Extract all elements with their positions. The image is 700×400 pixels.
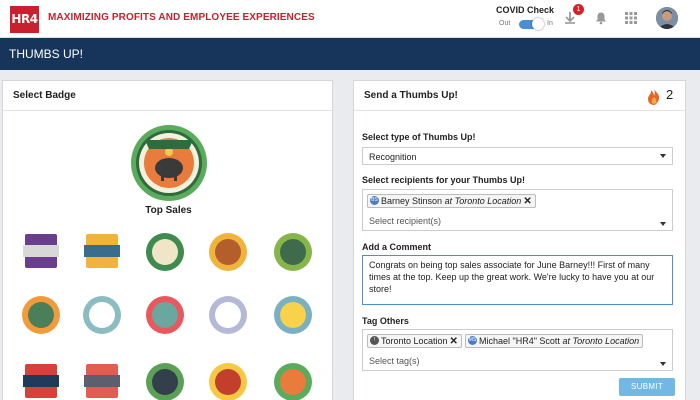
tagline: MAXIMIZING PROFITS AND EMPLOYEE EXPERIEN… bbox=[48, 12, 315, 23]
send-thumbs-up-panel: Send a Thumbs Up! 2 Select type of Thumb… bbox=[353, 80, 686, 400]
badge-option[interactable] bbox=[144, 231, 186, 273]
covid-out-label: Out bbox=[499, 20, 511, 27]
select-badge-header: Select Badge bbox=[3, 81, 332, 111]
tag-person-at: at bbox=[562, 336, 570, 346]
recipient-location: Toronto Location bbox=[454, 196, 522, 206]
bell-icon[interactable] bbox=[592, 9, 610, 27]
badge-icon bbox=[209, 233, 247, 271]
badge-icon bbox=[146, 363, 184, 400]
badge-icon bbox=[22, 296, 60, 334]
badge-icon bbox=[23, 364, 59, 398]
tag-chip-location-name: Toronto Location bbox=[381, 336, 448, 346]
badge-icon bbox=[209, 296, 247, 334]
notification-badge: 1 bbox=[573, 4, 584, 15]
toggle-knob bbox=[532, 18, 544, 30]
badge-option[interactable] bbox=[207, 231, 249, 273]
badge-option[interactable] bbox=[207, 294, 249, 336]
badge-icon bbox=[84, 364, 120, 398]
comment-textarea[interactable]: Congrats on being top sales associate fo… bbox=[362, 255, 673, 305]
badge-icon bbox=[84, 234, 120, 268]
tags-select[interactable]: ! Toronto Location ✕ MS Michael "HR4" Scott… bbox=[362, 329, 673, 371]
submit-button[interactable]: SUBMIT bbox=[619, 378, 675, 396]
badge-icon bbox=[274, 363, 312, 400]
chevron-down-icon bbox=[660, 362, 666, 366]
recipients-select[interactable]: BS Barney Stinson at Toronto Location ✕ Se… bbox=[362, 189, 673, 231]
tag-person-initials: MS bbox=[468, 336, 477, 346]
featured-badge-label: Top Sales bbox=[145, 205, 192, 216]
badge-icon bbox=[274, 296, 312, 334]
badge-option[interactable] bbox=[272, 361, 314, 400]
avatar[interactable] bbox=[656, 7, 678, 29]
top-bar: HR4 MAXIMIZING PROFITS AND EMPLOYEE EXPE… bbox=[0, 0, 700, 38]
type-select[interactable]: Recognition bbox=[362, 147, 673, 165]
type-select-value: Recognition bbox=[369, 152, 417, 162]
tag-person-location: Toronto Location bbox=[572, 336, 640, 346]
thumbs-up-count: 2 bbox=[666, 87, 674, 102]
tag-person-name: Michael "HR4" Scott bbox=[479, 336, 560, 346]
badge-icon bbox=[274, 233, 312, 271]
tag-chip-location[interactable]: ! Toronto Location ✕ bbox=[367, 334, 462, 348]
badge-option[interactable] bbox=[81, 231, 123, 273]
badge-option[interactable] bbox=[272, 294, 314, 336]
recipient-at: at bbox=[444, 196, 453, 206]
tag-label: Tag Others bbox=[362, 316, 409, 326]
badge-option[interactable] bbox=[207, 361, 249, 400]
badge-option[interactable] bbox=[20, 294, 62, 336]
badge-option[interactable] bbox=[272, 231, 314, 273]
type-label: Select type of Thumbs Up! bbox=[362, 132, 476, 142]
remove-tag-icon[interactable]: ✕ bbox=[450, 336, 458, 347]
covid-in-label: In bbox=[547, 20, 553, 27]
covid-check: COVID Check Out In bbox=[496, 5, 556, 30]
badge-option[interactable] bbox=[81, 294, 123, 336]
remove-recipient-icon[interactable]: ✕ bbox=[523, 196, 531, 207]
send-thumbs-up-title: Send a Thumbs Up! bbox=[364, 90, 458, 101]
chevron-down-icon bbox=[660, 222, 666, 226]
tags-placeholder: Select tag(s) bbox=[369, 356, 420, 366]
page-title: THUMBS UP! bbox=[9, 47, 84, 61]
recipient-name: Barney Stinson bbox=[381, 196, 443, 206]
tag-chip-person[interactable]: MS Michael "HR4" Scott at Toronto Locatio… bbox=[465, 334, 644, 348]
badge-icon bbox=[23, 234, 59, 268]
send-thumbs-up-header: Send a Thumbs Up! 2 bbox=[354, 81, 685, 111]
badge-option[interactable] bbox=[20, 231, 62, 273]
location-pin-icon: ! bbox=[370, 336, 379, 346]
covid-check-title: COVID Check bbox=[496, 5, 555, 15]
comment-label: Add a Comment bbox=[362, 242, 432, 252]
chevron-down-icon bbox=[660, 154, 666, 158]
recipients-placeholder: Select recipient(s) bbox=[369, 216, 442, 226]
featured-badge[interactable] bbox=[129, 123, 209, 203]
recipient-initials: BS bbox=[370, 196, 379, 206]
recipients-label: Select recipients for your Thumbs Up! bbox=[362, 175, 526, 185]
select-badge-title: Select Badge bbox=[13, 90, 76, 101]
apps-grid-icon[interactable] bbox=[622, 9, 640, 27]
recipient-chip[interactable]: BS Barney Stinson at Toronto Location ✕ bbox=[367, 194, 536, 208]
badge-option[interactable] bbox=[144, 294, 186, 336]
select-badge-panel: Select Badge Top Sales bbox=[2, 80, 333, 400]
badge-option[interactable] bbox=[144, 361, 186, 400]
badge-icon bbox=[83, 296, 121, 334]
badge-icon bbox=[146, 296, 184, 334]
flame-icon bbox=[647, 88, 661, 110]
page-title-band: THUMBS UP! bbox=[0, 38, 700, 70]
badge-option[interactable] bbox=[81, 361, 123, 400]
badge-icon bbox=[209, 363, 247, 400]
badge-option[interactable] bbox=[20, 361, 62, 400]
hr4-logo[interactable]: HR4 bbox=[10, 6, 39, 33]
badge-icon bbox=[146, 233, 184, 271]
covid-toggle[interactable] bbox=[519, 18, 544, 30]
